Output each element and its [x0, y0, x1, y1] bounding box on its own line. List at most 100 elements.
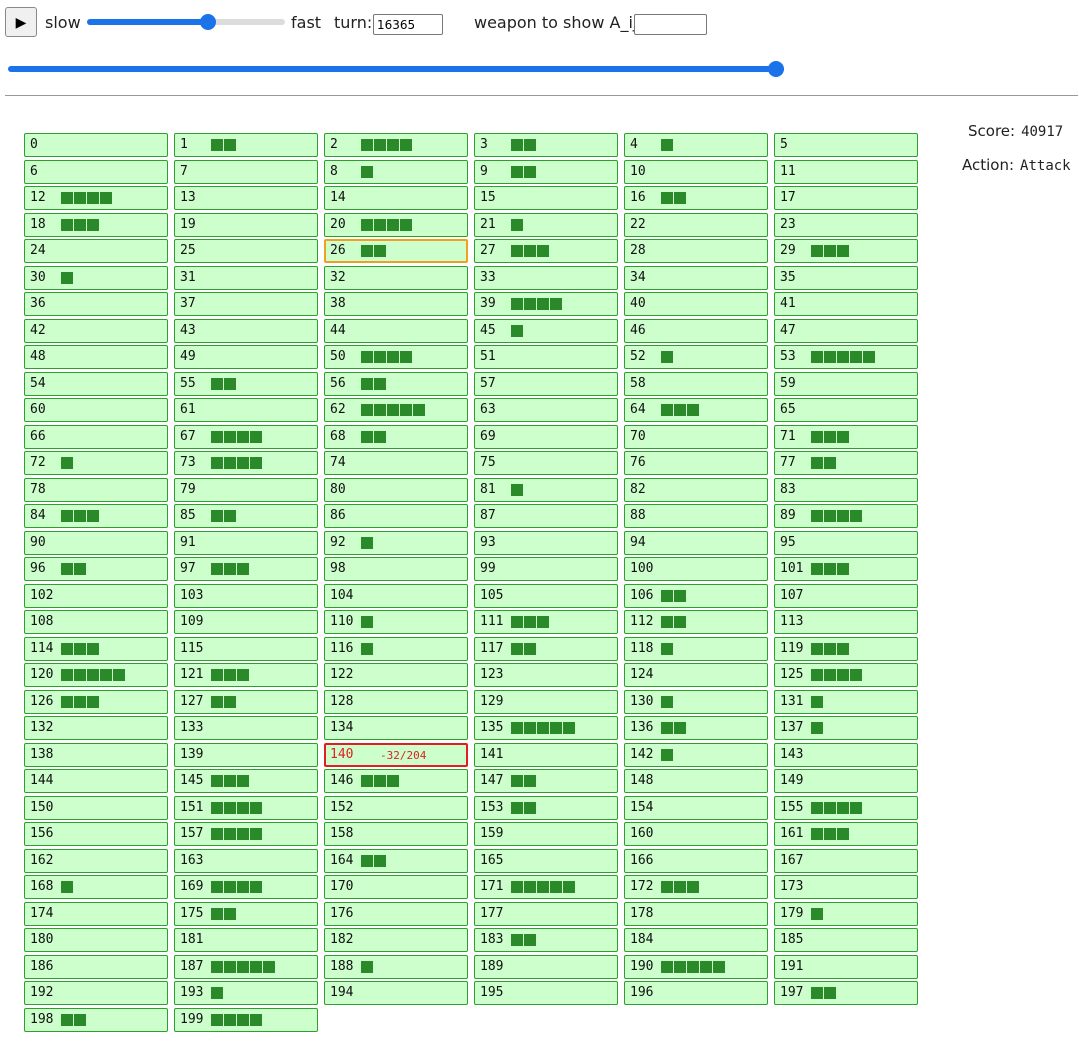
grid-cell-158[interactable]: 158 [324, 822, 468, 846]
grid-cell-161[interactable]: 161 [774, 822, 918, 846]
grid-cell-164[interactable]: 164 [324, 848, 468, 873]
grid-cell-48[interactable]: 48 [24, 345, 168, 369]
grid-cell-141[interactable]: 141 [474, 742, 618, 767]
grid-cell-15[interactable]: 15 [474, 186, 618, 210]
grid-cell-49[interactable]: 49 [174, 345, 318, 369]
grid-cell-72[interactable]: 72 [24, 451, 168, 475]
grid-cell-84[interactable]: 84 [24, 504, 168, 528]
weapon-input[interactable] [634, 14, 707, 35]
speed-slider-thumb[interactable] [199, 14, 216, 30]
grid-cell-199[interactable]: 199 [174, 1007, 318, 1032]
grid-cell-197[interactable]: 197 [774, 981, 918, 1005]
grid-cell-152[interactable]: 152 [324, 795, 468, 820]
grid-cell-188[interactable]: 188 [324, 954, 468, 979]
grid-cell-116[interactable]: 116 [324, 636, 468, 661]
grid-cell-146[interactable]: 146 [324, 769, 468, 793]
grid-cell-88[interactable]: 88 [624, 504, 768, 528]
grid-cell-101[interactable]: 101 [774, 557, 918, 581]
grid-cell-79[interactable]: 79 [174, 477, 318, 502]
grid-cell-134[interactable]: 134 [324, 716, 468, 740]
grid-cell-32[interactable]: 32 [324, 265, 468, 290]
grid-cell-104[interactable]: 104 [324, 583, 468, 608]
grid-cell-138[interactable]: 138 [24, 742, 168, 767]
grid-cell-57[interactable]: 57 [474, 371, 618, 396]
speed-slider[interactable] [87, 14, 285, 30]
grid-cell-20[interactable]: 20 [324, 212, 468, 237]
grid-cell-153[interactable]: 153 [474, 795, 618, 820]
grid-cell-128[interactable]: 128 [324, 689, 468, 714]
grid-cell-140[interactable]: 140 -32/204 [324, 742, 468, 767]
grid-cell-14[interactable]: 14 [324, 186, 468, 210]
grid-cell-102[interactable]: 102 [24, 583, 168, 608]
grid-cell-144[interactable]: 144 [24, 769, 168, 793]
grid-cell-90[interactable]: 90 [24, 530, 168, 555]
grid-cell-94[interactable]: 94 [624, 530, 768, 555]
grid-cell-47[interactable]: 47 [774, 318, 918, 343]
grid-cell-163[interactable]: 163 [174, 848, 318, 873]
grid-cell-180[interactable]: 180 [24, 928, 168, 952]
grid-cell-99[interactable]: 99 [474, 557, 618, 581]
grid-cell-192[interactable]: 192 [24, 981, 168, 1005]
grid-cell-109[interactable]: 109 [174, 610, 318, 634]
grid-cell-133[interactable]: 133 [174, 716, 318, 740]
grid-cell-2[interactable]: 2 [324, 133, 468, 157]
grid-cell-127[interactable]: 127 [174, 689, 318, 714]
grid-cell-196[interactable]: 196 [624, 981, 768, 1005]
grid-cell-44[interactable]: 44 [324, 318, 468, 343]
grid-cell-100[interactable]: 100 [624, 557, 768, 581]
grid-cell-43[interactable]: 43 [174, 318, 318, 343]
grid-cell-11[interactable]: 11 [774, 159, 918, 184]
grid-cell-149[interactable]: 149 [774, 769, 918, 793]
grid-cell-33[interactable]: 33 [474, 265, 618, 290]
grid-cell-77[interactable]: 77 [774, 451, 918, 475]
grid-cell-93[interactable]: 93 [474, 530, 618, 555]
grid-cell-61[interactable]: 61 [174, 398, 318, 422]
grid-cell-4[interactable]: 4 [624, 133, 768, 157]
grid-cell-147[interactable]: 147 [474, 769, 618, 793]
grid-cell-189[interactable]: 189 [474, 954, 618, 979]
grid-cell-143[interactable]: 143 [774, 742, 918, 767]
grid-cell-54[interactable]: 54 [24, 371, 168, 396]
grid-cell-120[interactable]: 120 [24, 663, 168, 687]
grid-cell-76[interactable]: 76 [624, 451, 768, 475]
grid-cell-115[interactable]: 115 [174, 636, 318, 661]
grid-cell-1[interactable]: 1 [174, 133, 318, 157]
grid-cell-30[interactable]: 30 [24, 265, 168, 290]
grid-cell-86[interactable]: 86 [324, 504, 468, 528]
grid-cell-34[interactable]: 34 [624, 265, 768, 290]
grid-cell-159[interactable]: 159 [474, 822, 618, 846]
grid-cell-114[interactable]: 114 [24, 636, 168, 661]
grid-cell-160[interactable]: 160 [624, 822, 768, 846]
grid-cell-64[interactable]: 64 [624, 398, 768, 422]
grid-cell-21[interactable]: 21 [474, 212, 618, 237]
grid-cell-103[interactable]: 103 [174, 583, 318, 608]
grid-cell-155[interactable]: 155 [774, 795, 918, 820]
grid-cell-177[interactable]: 177 [474, 901, 618, 926]
grid-cell-50[interactable]: 50 [324, 345, 468, 369]
grid-cell-23[interactable]: 23 [774, 212, 918, 237]
grid-cell-195[interactable]: 195 [474, 981, 618, 1005]
grid-cell-156[interactable]: 156 [24, 822, 168, 846]
grid-cell-42[interactable]: 42 [24, 318, 168, 343]
grid-cell-38[interactable]: 38 [324, 292, 468, 316]
grid-cell-7[interactable]: 7 [174, 159, 318, 184]
grid-cell-137[interactable]: 137 [774, 716, 918, 740]
grid-cell-179[interactable]: 179 [774, 901, 918, 926]
grid-cell-191[interactable]: 191 [774, 954, 918, 979]
grid-cell-28[interactable]: 28 [624, 239, 768, 263]
grid-cell-106[interactable]: 106 [624, 583, 768, 608]
grid-cell-125[interactable]: 125 [774, 663, 918, 687]
grid-cell-139[interactable]: 139 [174, 742, 318, 767]
grid-cell-194[interactable]: 194 [324, 981, 468, 1005]
grid-cell-70[interactable]: 70 [624, 424, 768, 449]
grid-cell-52[interactable]: 52 [624, 345, 768, 369]
grid-cell-150[interactable]: 150 [24, 795, 168, 820]
grid-cell-58[interactable]: 58 [624, 371, 768, 396]
grid-cell-85[interactable]: 85 [174, 504, 318, 528]
grid-cell-121[interactable]: 121 [174, 663, 318, 687]
grid-cell-162[interactable]: 162 [24, 848, 168, 873]
grid-cell-63[interactable]: 63 [474, 398, 618, 422]
grid-cell-126[interactable]: 126 [24, 689, 168, 714]
grid-cell-151[interactable]: 151 [174, 795, 318, 820]
grid-cell-45[interactable]: 45 [474, 318, 618, 343]
